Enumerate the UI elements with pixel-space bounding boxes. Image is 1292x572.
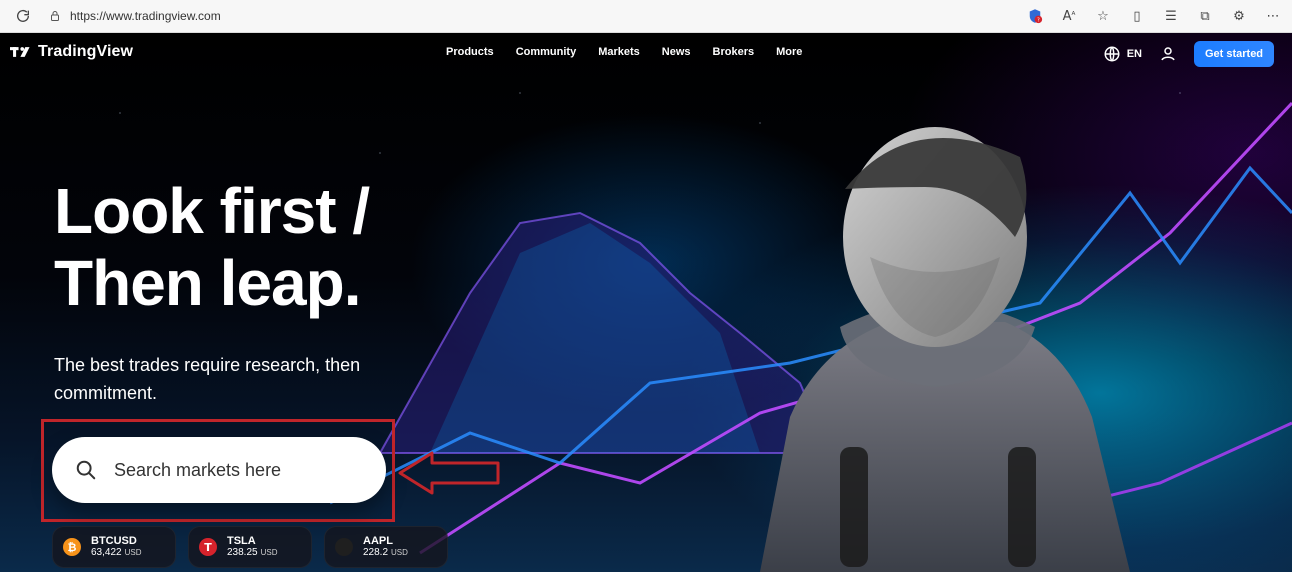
get-started-button[interactable]: Get started xyxy=(1194,41,1274,67)
globe-icon xyxy=(1104,46,1120,62)
nav-more[interactable]: More xyxy=(776,46,802,58)
tradingview-logo-icon xyxy=(10,47,30,57)
page: TradingView Products Community Markets N… xyxy=(0,33,1292,572)
hero-subtitle: The best trades require research, then c… xyxy=(54,355,361,403)
user-icon[interactable] xyxy=(1158,44,1178,64)
nav-products[interactable]: Products xyxy=(446,46,494,58)
annotation-arrow-icon xyxy=(398,451,500,495)
ticker-value: 63,422 USD xyxy=(91,547,141,559)
favorite-icon[interactable]: ☆ xyxy=(1094,7,1112,25)
nav-community[interactable]: Community xyxy=(516,46,577,58)
main-nav: Products Community Markets News Brokers … xyxy=(446,46,802,58)
url-text[interactable]: https://www.tradingview.com xyxy=(70,9,221,23)
browser-actions: ? Aᴬ ☆ ▯ ☰ ⧉ ⚙ ⋯ xyxy=(1026,6,1282,26)
tradingview-logo[interactable]: TradingView xyxy=(10,43,133,61)
logo-text: TradingView xyxy=(38,43,134,60)
nav-brokers[interactable]: Brokers xyxy=(713,46,755,58)
ticker-currency: USD xyxy=(124,548,142,557)
more-icon[interactable]: ⋯ xyxy=(1264,7,1282,25)
favorites-icon[interactable]: ☰ xyxy=(1162,7,1180,25)
nav-news[interactable]: News xyxy=(662,46,691,58)
hero-person-image xyxy=(760,127,1130,572)
language-label: EN xyxy=(1126,48,1142,60)
shield-badge-icon[interactable]: ? xyxy=(1026,7,1044,25)
read-aloud-icon[interactable]: Aᴬ xyxy=(1060,7,1078,25)
collections-icon[interactable]: ⧉ xyxy=(1196,7,1214,25)
extensions-icon[interactable]: ⚙ xyxy=(1230,7,1248,25)
site-header: TradingView Products Community Markets N… xyxy=(0,33,1292,77)
hero-title: Look first / Then leap. xyxy=(54,175,370,319)
ticker-currency: USD xyxy=(260,548,278,557)
ticker-price: 238.25 xyxy=(227,547,258,558)
ticker-tsla[interactable]: T TSLA 238.25 USD xyxy=(188,526,312,568)
split-screen-icon[interactable]: ▯ xyxy=(1128,7,1146,25)
hero-title-line-1: Look first / xyxy=(54,175,370,247)
ticker-text: TSLA 238.25 USD xyxy=(227,535,277,559)
language-selector[interactable]: EN xyxy=(1103,45,1142,63)
ticker-symbol: BTCUSD xyxy=(91,535,137,547)
ticker-aapl[interactable]: AAPL 228.2 USD xyxy=(324,526,448,568)
ticker-btcusd[interactable]: ₿ BTCUSD 63,422 USD xyxy=(52,526,176,568)
reload-icon[interactable] xyxy=(12,5,34,27)
svg-text:?: ? xyxy=(1037,17,1040,23)
ticker-price: 228.2 xyxy=(363,547,389,558)
ticker-currency: USD xyxy=(391,548,408,557)
apple-icon xyxy=(335,538,353,556)
address-bar[interactable]: https://www.tradingview.com xyxy=(48,5,221,27)
bitcoin-icon: ₿ xyxy=(63,538,81,556)
ticker-symbol: AAPL xyxy=(363,535,393,547)
tesla-icon: T xyxy=(199,538,217,556)
header-actions: EN Get started xyxy=(1103,41,1274,67)
market-search[interactable] xyxy=(52,437,386,503)
ticker-value: 228.2 USD xyxy=(363,547,408,559)
lock-icon[interactable] xyxy=(48,9,62,23)
search-input[interactable] xyxy=(114,459,364,481)
ticker-symbol: TSLA xyxy=(227,535,256,547)
ticker-text: AAPL 228.2 USD xyxy=(363,535,408,559)
search-icon[interactable] xyxy=(72,456,100,484)
hero-title-line-2: Then leap. xyxy=(54,247,362,319)
ticker-value: 238.25 USD xyxy=(227,547,277,559)
ticker-text: BTCUSD 63,422 USD xyxy=(91,535,141,559)
ticker-price: 63,422 xyxy=(91,547,122,558)
browser-toolbar: https://www.tradingview.com ? Aᴬ ☆ ▯ ☰ ⧉… xyxy=(0,0,1292,33)
nav-markets[interactable]: Markets xyxy=(598,46,640,58)
ticker-strip: ₿ BTCUSD 63,422 USD T TSLA 238.25 USD AAPL xyxy=(52,526,448,568)
